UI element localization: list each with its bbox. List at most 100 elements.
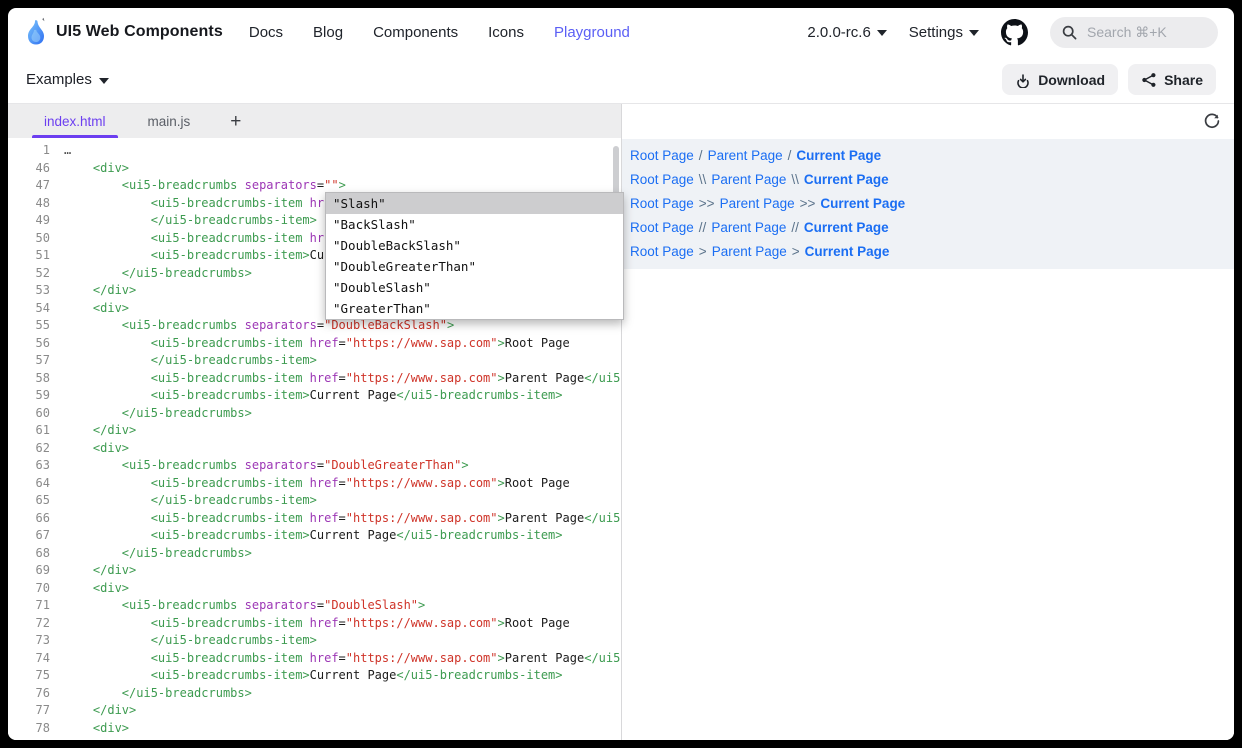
code-line: 46 <div>	[8, 160, 621, 178]
breadcrumb-current: Current Page	[804, 172, 889, 187]
breadcrumb-row: Root Page>>Parent Page>>Current Page	[622, 192, 1234, 216]
primary-nav: Docs Blog Components Icons Playground	[249, 24, 630, 41]
breadcrumb-separator: //	[791, 220, 799, 235]
github-icon[interactable]	[1001, 19, 1028, 46]
breadcrumb-separator: \\	[699, 172, 707, 187]
search-box[interactable]	[1050, 17, 1218, 48]
line-number: 55	[8, 317, 50, 335]
code-line: 61 </div>	[8, 422, 621, 440]
line-number: 74	[8, 650, 50, 668]
breadcrumb-separator: \\	[791, 172, 799, 187]
share-button[interactable]: Share	[1128, 64, 1216, 95]
examples-dropdown[interactable]: Examples	[26, 71, 109, 88]
breadcrumb-current: Current Page	[805, 244, 890, 259]
line-number: 72	[8, 615, 50, 633]
line-number: 50	[8, 230, 50, 248]
line-number: 64	[8, 475, 50, 493]
line-number: 62	[8, 440, 50, 458]
ui5-flame-logo-icon	[24, 17, 48, 47]
breadcrumb-link[interactable]: Root Page	[630, 196, 694, 211]
header-right: 2.0.0-rc.6 Settings	[807, 17, 1218, 48]
line-number: 75	[8, 667, 50, 685]
line-number: 61	[8, 422, 50, 440]
add-tab-button[interactable]: +	[224, 112, 247, 138]
refresh-icon[interactable]	[1203, 112, 1221, 130]
search-icon	[1062, 25, 1077, 40]
code-line: 62 <div>	[8, 440, 621, 458]
code-editor-panel: index.html main.js + 1…46 <div>47 <ui5-b…	[8, 104, 622, 740]
line-number: 57	[8, 352, 50, 370]
code-line: 67 <ui5-breadcrumbs-item>Current Page</u…	[8, 527, 621, 545]
autocomplete-option[interactable]: "Slash"	[326, 193, 623, 214]
toolbar-actions: Download Share	[1002, 64, 1216, 95]
version-dropdown[interactable]: 2.0.0-rc.6	[807, 24, 886, 41]
breadcrumb-link[interactable]: Root Page	[630, 172, 694, 187]
code-line: 70 <div>	[8, 580, 621, 598]
breadcrumb-row: Root Page \\ Parent Page \\ Current Page	[622, 168, 1234, 192]
breadcrumb-link[interactable]: Root Page	[630, 148, 694, 163]
code-line: 56 <ui5-breadcrumbs-item href="https://w…	[8, 335, 621, 353]
preview-toolbar	[622, 104, 1234, 139]
breadcrumb-row: Root Page/Parent Page/Current Page	[622, 144, 1234, 168]
nav-docs[interactable]: Docs	[249, 24, 283, 41]
breadcrumb-link[interactable]: Parent Page	[708, 148, 783, 163]
line-number: 65	[8, 492, 50, 510]
code-line: 58 <ui5-breadcrumbs-item href="https://w…	[8, 370, 621, 388]
breadcrumb-row: Root Page>Parent Page>Current Page	[622, 239, 1234, 263]
nav-playground[interactable]: Playground	[554, 24, 630, 41]
breadcrumb-link[interactable]: Root Page	[630, 220, 694, 235]
code-line: 65 </ui5-breadcrumbs-item>	[8, 492, 621, 510]
code-line: 73 </ui5-breadcrumbs-item>	[8, 632, 621, 650]
autocomplete-option[interactable]: "DoubleGreaterThan"	[326, 256, 623, 277]
breadcrumb-link[interactable]: Root Page	[630, 244, 694, 259]
line-number: 51	[8, 247, 50, 265]
line-number: 69	[8, 562, 50, 580]
download-button[interactable]: Download	[1002, 64, 1118, 95]
main-split: index.html main.js + 1…46 <div>47 <ui5-b…	[8, 104, 1234, 740]
search-input[interactable]	[1085, 23, 1195, 41]
chevron-down-icon	[99, 78, 109, 84]
breadcrumb-link[interactable]: Parent Page	[712, 244, 787, 259]
nav-icons[interactable]: Icons	[488, 24, 524, 41]
breadcrumb-link[interactable]: Parent Page	[720, 196, 795, 211]
brand-title: UI5 Web Components	[56, 23, 223, 41]
settings-dropdown[interactable]: Settings	[909, 24, 979, 41]
breadcrumbs-preview-block: Root Page/Parent Page/Current PageRoot P…	[622, 139, 1234, 269]
brand[interactable]: UI5 Web Components	[24, 17, 223, 47]
preview-panel: Root Page/Parent Page/Current PageRoot P…	[622, 104, 1234, 740]
breadcrumb-current: Current Page	[820, 196, 905, 211]
code-line: 76 </ui5-breadcrumbs>	[8, 685, 621, 703]
top-nav-bar: UI5 Web Components Docs Blog Components …	[8, 8, 1234, 56]
line-number: 66	[8, 510, 50, 528]
tab-main-js[interactable]: main.js	[140, 114, 199, 138]
share-label: Share	[1164, 72, 1203, 88]
line-number: 63	[8, 457, 50, 475]
line-number: 59	[8, 387, 50, 405]
breadcrumb-separator: >>	[800, 196, 816, 211]
share-icon	[1141, 72, 1157, 88]
line-number: 76	[8, 685, 50, 703]
chevron-down-icon	[877, 30, 887, 36]
line-number: 60	[8, 405, 50, 423]
breadcrumb-separator: >	[792, 244, 800, 259]
tab-index-html[interactable]: index.html	[36, 114, 114, 138]
code-line: 77 </div>	[8, 702, 621, 720]
autocomplete-option[interactable]: "BackSlash"	[326, 214, 623, 235]
breadcrumb-link[interactable]: Parent Page	[711, 220, 786, 235]
breadcrumb-current: Current Page	[804, 220, 889, 235]
autocomplete-option[interactable]: "GreaterThan"	[326, 298, 623, 319]
nav-blog[interactable]: Blog	[313, 24, 343, 41]
code-line: 60 </ui5-breadcrumbs>	[8, 405, 621, 423]
line-number: 1	[8, 142, 50, 160]
breadcrumb-separator: //	[699, 220, 707, 235]
autocomplete-option[interactable]: "DoubleSlash"	[326, 277, 623, 298]
line-number: 47	[8, 177, 50, 195]
autocomplete-option[interactable]: "DoubleBackSlash"	[326, 235, 623, 256]
autocomplete-popup: "Slash""BackSlash""DoubleBackSlash""Doub…	[325, 192, 624, 320]
examples-label: Examples	[26, 71, 92, 88]
window-frame: UI5 Web Components Docs Blog Components …	[0, 0, 1242, 748]
breadcrumb-link[interactable]: Parent Page	[711, 172, 786, 187]
nav-components[interactable]: Components	[373, 24, 458, 41]
line-number: 56	[8, 335, 50, 353]
code-line: 66 <ui5-breadcrumbs-item href="https://w…	[8, 510, 621, 528]
